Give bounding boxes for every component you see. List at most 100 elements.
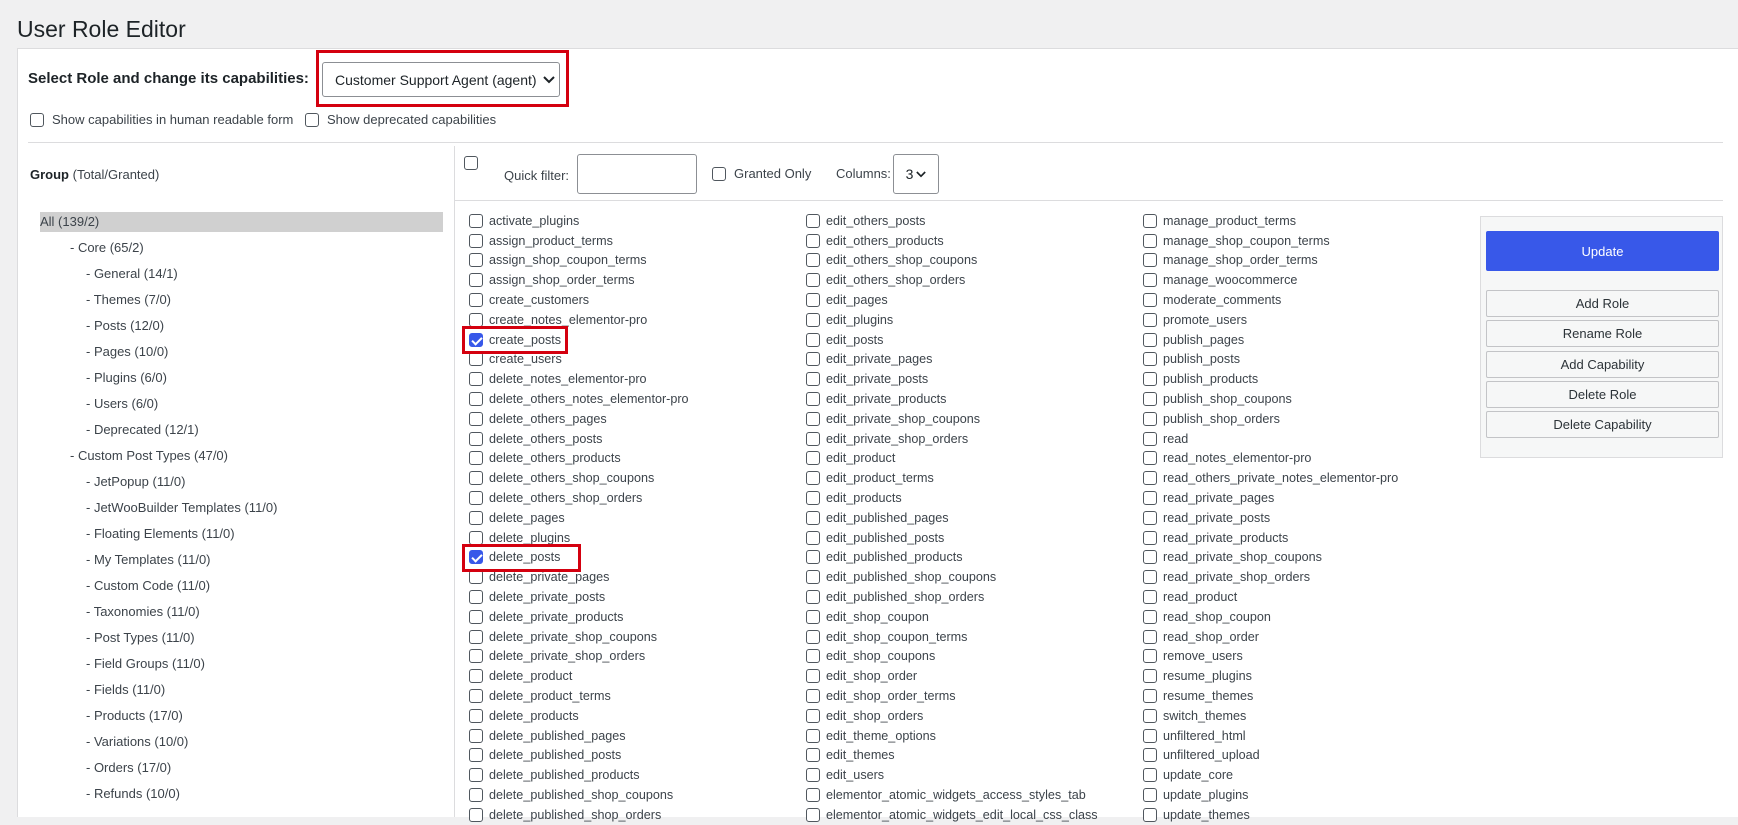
capability-checkbox[interactable]	[469, 392, 483, 407]
group-item[interactable]: - Users (6/0)	[86, 394, 158, 414]
capability-checkbox[interactable]	[806, 312, 820, 327]
capability-item[interactable]: edit_shop_orders	[806, 706, 1098, 726]
quick-filter-input[interactable]	[577, 154, 697, 194]
capability-item[interactable]: edit_published_shop_coupons	[806, 567, 1098, 587]
capability-item[interactable]: edit_theme_options	[806, 726, 1098, 746]
group-item[interactable]: - JetPopup (11/0)	[86, 472, 185, 492]
capability-item[interactable]: read_notes_elementor-pro	[1143, 449, 1398, 469]
capability-checkbox[interactable]	[1143, 629, 1157, 644]
capability-checkbox[interactable]	[1143, 253, 1157, 268]
capability-item[interactable]: delete_product	[469, 666, 689, 686]
capability-item[interactable]: edit_plugins	[806, 310, 1098, 330]
group-item[interactable]: - Posts (12/0)	[86, 316, 164, 336]
capability-item[interactable]: create_customers	[469, 290, 689, 310]
capability-checkbox[interactable]	[806, 570, 820, 585]
rename-role-button[interactable]: Rename Role	[1486, 320, 1719, 347]
capability-item[interactable]: read_private_shop_orders	[1143, 567, 1398, 587]
capability-item[interactable]: delete_published_products	[469, 765, 689, 785]
group-item[interactable]: - Orders (17/0)	[86, 758, 171, 778]
capability-checkbox[interactable]	[806, 510, 820, 525]
capability-checkbox[interactable]	[1143, 748, 1157, 763]
granted-only-checkbox[interactable]	[712, 166, 726, 181]
capability-checkbox[interactable]	[806, 689, 820, 704]
capability-checkbox[interactable]	[469, 609, 483, 624]
capability-item[interactable]: read_private_products	[1143, 528, 1398, 548]
capability-item[interactable]: delete_published_shop_coupons	[469, 785, 689, 805]
capability-item[interactable]: edit_shop_coupon_terms	[806, 627, 1098, 647]
capability-item[interactable]: edit_pages	[806, 290, 1098, 310]
capability-checkbox[interactable]	[1143, 609, 1157, 624]
capability-item[interactable]: delete_pages	[469, 508, 689, 528]
capability-item[interactable]: read_shop_order	[1143, 627, 1398, 647]
capability-item[interactable]: edit_shop_order	[806, 666, 1098, 686]
capability-checkbox[interactable]	[1143, 392, 1157, 407]
group-item[interactable]: - Taxonomies (11/0)	[86, 602, 200, 622]
capability-checkbox[interactable]	[1143, 312, 1157, 327]
capability-item[interactable]: manage_woocommerce	[1143, 270, 1398, 290]
group-item[interactable]: - My Templates (11/0)	[86, 550, 211, 570]
capability-item[interactable]: publish_products	[1143, 369, 1398, 389]
capability-checkbox[interactable]	[469, 471, 483, 486]
update-button[interactable]: Update	[1486, 231, 1719, 271]
capability-checkbox[interactable]	[469, 510, 483, 525]
capability-item[interactable]: edit_private_products	[806, 389, 1098, 409]
capability-item[interactable]: edit_themes	[806, 746, 1098, 766]
capability-checkbox[interactable]	[1143, 768, 1157, 783]
capability-checkbox[interactable]	[1143, 451, 1157, 466]
capability-item[interactable]: edit_others_products	[806, 231, 1098, 251]
capability-checkbox[interactable]	[806, 332, 820, 347]
capability-item[interactable]: edit_private_shop_orders	[806, 429, 1098, 449]
capability-checkbox[interactable]	[806, 669, 820, 684]
group-item[interactable]: - Core (65/2)	[70, 238, 144, 258]
capability-checkbox[interactable]	[469, 689, 483, 704]
capability-item[interactable]: edit_others_posts	[806, 211, 1098, 231]
capability-item[interactable]: delete_private_products	[469, 607, 689, 627]
group-item[interactable]: - Plugins (6/0)	[86, 368, 167, 388]
capability-item[interactable]: remove_users	[1143, 647, 1398, 667]
group-item[interactable]: - Fields (11/0)	[86, 680, 165, 700]
capability-item[interactable]: manage_product_terms	[1143, 211, 1398, 231]
capability-item[interactable]: elementor_atomic_widgets_edit_local_css_…	[806, 805, 1098, 825]
capability-checkbox[interactable]	[469, 590, 483, 605]
capability-checkbox[interactable]	[1143, 570, 1157, 585]
capability-checkbox[interactable]	[469, 807, 483, 822]
capability-checkbox[interactable]	[1143, 728, 1157, 743]
capability-checkbox[interactable]	[1143, 372, 1157, 387]
capability-checkbox[interactable]	[469, 213, 483, 228]
capability-item[interactable]: delete_others_shop_orders	[469, 488, 689, 508]
capability-checkbox[interactable]	[806, 807, 820, 822]
capability-item[interactable]: delete_others_posts	[469, 429, 689, 449]
capability-checkbox[interactable]	[469, 253, 483, 268]
group-item[interactable]: - Pages (10/0)	[86, 342, 168, 362]
capability-item[interactable]: edit_published_shop_orders	[806, 587, 1098, 607]
capability-checkbox[interactable]	[1143, 213, 1157, 228]
capability-checkbox[interactable]	[469, 273, 483, 288]
capability-item[interactable]: update_plugins	[1143, 785, 1398, 805]
capability-checkbox[interactable]	[806, 530, 820, 545]
capability-item[interactable]: edit_private_shop_coupons	[806, 409, 1098, 429]
capability-checkbox[interactable]	[1143, 669, 1157, 684]
capability-item[interactable]: edit_published_products	[806, 548, 1098, 568]
capability-checkbox[interactable]	[469, 293, 483, 308]
capability-checkbox[interactable]	[1143, 491, 1157, 506]
capability-item[interactable]: edit_published_pages	[806, 508, 1098, 528]
capability-checkbox[interactable]	[806, 392, 820, 407]
capability-item[interactable]: delete_others_notes_elementor-pro	[469, 389, 689, 409]
capability-item[interactable]: delete_private_shop_coupons	[469, 627, 689, 647]
capability-checkbox[interactable]	[469, 669, 483, 684]
group-item[interactable]: - Custom Post Types (47/0)	[70, 446, 228, 466]
deprecated-checkbox[interactable]	[305, 112, 319, 127]
add-capability-button[interactable]: Add Capability	[1486, 351, 1719, 378]
capability-checkbox[interactable]	[806, 788, 820, 802]
capability-checkbox[interactable]	[469, 768, 483, 783]
capability-checkbox[interactable]	[806, 748, 820, 763]
capability-item[interactable]: edit_others_shop_coupons	[806, 251, 1098, 271]
capability-item[interactable]: read_others_private_notes_elementor-pro	[1143, 468, 1398, 488]
capability-checkbox[interactable]	[1143, 708, 1157, 723]
capability-checkbox[interactable]	[806, 649, 820, 664]
capability-item[interactable]: delete_notes_elementor-pro	[469, 369, 689, 389]
capability-checkbox[interactable]	[1143, 471, 1157, 486]
capability-checkbox[interactable]	[469, 570, 483, 585]
capability-checkbox[interactable]	[806, 708, 820, 723]
capability-checkbox[interactable]	[469, 312, 483, 327]
